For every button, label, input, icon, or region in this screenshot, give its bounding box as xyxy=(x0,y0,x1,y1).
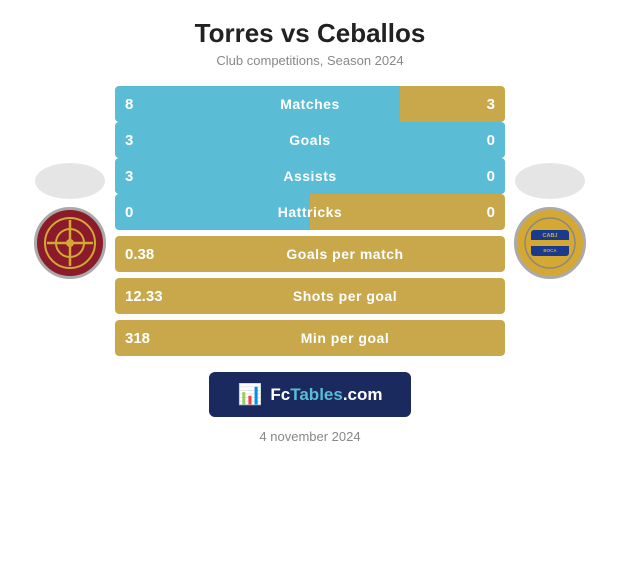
left-ellipse xyxy=(35,163,105,199)
single-stat-rows-container: 0.38Goals per match 12.33Shots per goal 31… xyxy=(115,236,505,356)
fctables-text: FcTables.com xyxy=(270,385,382,405)
stat-right-val: 0 xyxy=(455,204,505,221)
single-stat-row-goals-per-match: 0.38Goals per match xyxy=(115,236,505,272)
single-stat-val: 12.33 xyxy=(115,288,185,305)
stats-column: 8Matches33Goals03Assists00Hattricks0 0.3… xyxy=(115,86,505,356)
stat-label: Goals xyxy=(165,132,455,148)
single-stat-label: Min per goal xyxy=(185,330,505,346)
left-team-logo-area xyxy=(25,163,115,279)
stat-row-goals: 3Goals0 xyxy=(115,122,505,158)
fctables-icon: 📊 xyxy=(237,382,262,407)
fctables-banner[interactable]: 📊 FcTables.com xyxy=(209,372,410,417)
left-team-logo xyxy=(34,207,106,279)
stat-label: Hattricks xyxy=(165,204,455,220)
stat-label: Assists xyxy=(165,168,455,184)
footer-date: 4 november 2024 xyxy=(259,429,360,444)
svg-text:CABJ: CABJ xyxy=(543,233,558,239)
right-ellipse xyxy=(515,163,585,199)
stat-right-val: 0 xyxy=(455,132,505,149)
main-section: 8Matches33Goals03Assists00Hattricks0 0.3… xyxy=(10,86,610,356)
page-wrapper: Torres vs Ceballos Club competitions, Se… xyxy=(0,0,620,580)
single-stat-val: 0.38 xyxy=(115,246,185,263)
lanus-crest-svg xyxy=(43,216,97,270)
page-title: Torres vs Ceballos xyxy=(195,18,426,49)
right-team-logo: CABJ BOCA xyxy=(514,207,586,279)
stat-row-matches: 8Matches3 xyxy=(115,86,505,122)
single-stat-val: 318 xyxy=(115,330,185,347)
stat-left-val: 0 xyxy=(115,204,165,221)
stat-right-val: 0 xyxy=(455,168,505,185)
stat-label: Matches xyxy=(165,96,455,112)
fctables-tables: Tables xyxy=(290,385,343,404)
stat-row-assists: 3Assists0 xyxy=(115,158,505,194)
single-stat-label: Goals per match xyxy=(185,246,505,262)
stat-rows-container: 8Matches33Goals03Assists00Hattricks0 xyxy=(115,86,505,230)
svg-text:BOCA: BOCA xyxy=(543,248,557,253)
stat-left-val: 3 xyxy=(115,132,165,149)
stat-row-hattricks: 0Hattricks0 xyxy=(115,194,505,230)
single-stat-row-shots-per-goal: 12.33Shots per goal xyxy=(115,278,505,314)
fctables-fc: Fc xyxy=(270,385,290,404)
stat-left-val: 3 xyxy=(115,168,165,185)
boca-crest-svg: CABJ BOCA xyxy=(523,216,577,270)
stat-right-val: 3 xyxy=(455,96,505,113)
right-team-logo-area: CABJ BOCA xyxy=(505,163,595,279)
single-stat-row-min-per-goal: 318Min per goal xyxy=(115,320,505,356)
single-stat-label: Shots per goal xyxy=(185,288,505,304)
page-subtitle: Club competitions, Season 2024 xyxy=(216,53,403,68)
fctables-dotcom: .com xyxy=(343,385,383,404)
stat-left-val: 8 xyxy=(115,96,165,113)
